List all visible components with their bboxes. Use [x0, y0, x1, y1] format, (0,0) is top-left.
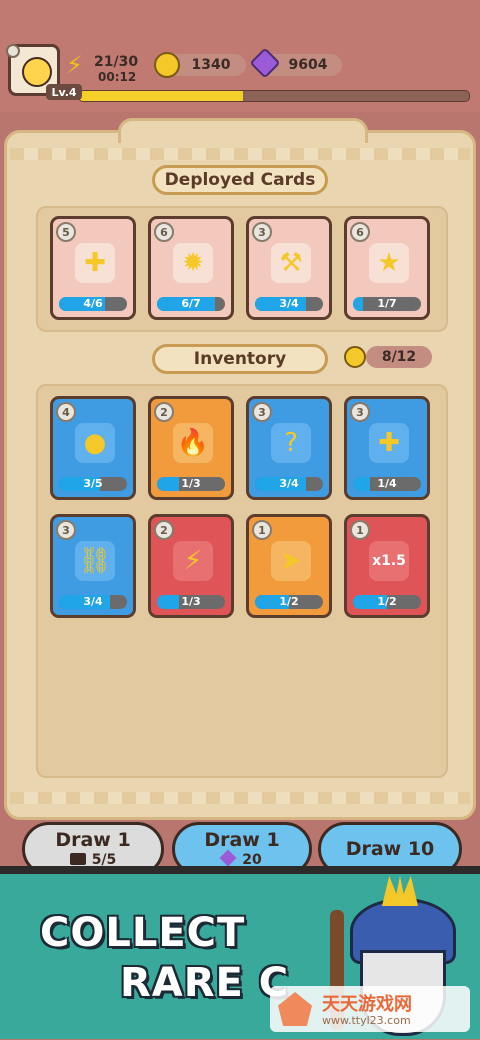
- heal-drop-icon: ✚: [369, 423, 409, 463]
- xp-bar-fill: [79, 91, 243, 101]
- shield-plus-icon: ✚: [75, 243, 115, 283]
- card-count: 1/2: [279, 595, 299, 608]
- energy-bolt-icon: ⚡: [66, 51, 83, 79]
- card-progress-bar: 3/4: [255, 477, 323, 491]
- gem-cost-icon: [219, 849, 237, 867]
- card-level-badge: 2: [154, 402, 174, 422]
- card[interactable]: 6 ★ 1/7: [344, 216, 430, 320]
- card[interactable]: 6 ✹ 6/7: [148, 216, 234, 320]
- card[interactable]: 3 ⛓ 3/4: [50, 514, 136, 618]
- card-level-badge: 5: [56, 222, 76, 242]
- promo-line-1: COLLECT: [40, 910, 246, 956]
- dash-hero-icon: ➤: [271, 541, 311, 581]
- card[interactable]: 3? 3/4: [246, 396, 332, 500]
- card-level-badge: 6: [154, 222, 174, 242]
- settings-gear-icon[interactable]: [6, 44, 20, 58]
- deployed-cards-title: Deployed Cards: [152, 165, 328, 195]
- card-count: 3/5: [83, 477, 103, 490]
- avatar-face-icon: [22, 57, 52, 87]
- card-count: 1/3: [181, 477, 201, 490]
- mystery-hero-icon: ?: [271, 423, 311, 463]
- card-level-badge: 3: [252, 222, 272, 242]
- card-progress-bar: 1/7: [353, 297, 421, 311]
- panel-bottom-pattern: [10, 792, 470, 804]
- card-progress-bar: 1/2: [353, 595, 421, 609]
- draw-10-label: Draw 10: [345, 838, 435, 860]
- player-level: Lv.4: [46, 84, 82, 100]
- speed-x15-icon: x1.5: [369, 541, 409, 581]
- hero-levelup-icon: ★: [369, 243, 409, 283]
- watermark-logo-icon: [278, 992, 312, 1026]
- card-count: 1/2: [377, 595, 397, 608]
- capacity-gear-icon: [344, 346, 366, 368]
- card-progress-bar: 3/4: [255, 297, 323, 311]
- card[interactable]: 1 x1.5 1/2: [344, 514, 430, 618]
- draw-1-free-label: Draw 1: [55, 829, 131, 851]
- card-level-badge: 1: [350, 520, 370, 540]
- card[interactable]: 3 ✚ 1/4: [344, 396, 430, 500]
- panel-top-pattern: [10, 148, 470, 160]
- gems-count: 9604: [288, 57, 328, 73]
- gear-leaf-icon: ✹: [173, 243, 213, 283]
- video-icon: [69, 853, 86, 865]
- card-count: 4/6: [83, 297, 103, 310]
- coins-count: 1340: [191, 57, 231, 73]
- card[interactable]: 5 ✚ 4/6: [50, 216, 136, 320]
- chain-lightning-icon: ⛓: [75, 541, 115, 581]
- energy-count: 21/30: [94, 54, 139, 70]
- energy-display[interactable]: ⚡ 21/30 00:12: [66, 52, 146, 86]
- card-count: 1/3: [181, 595, 201, 608]
- energy-timer: 00:12: [98, 70, 137, 84]
- card-progress-bar: 1/3: [157, 477, 225, 491]
- card-level-badge: 3: [350, 402, 370, 422]
- card-progress-bar: 1/2: [255, 595, 323, 609]
- card-progress-bar: 6/7: [157, 297, 225, 311]
- card-progress-bar: 3/4: [59, 595, 127, 609]
- hammer-upgrade-icon: ⚒: [271, 243, 311, 283]
- card-progress-bar: 1/3: [157, 595, 225, 609]
- fire-hero-icon: 🔥: [173, 423, 213, 463]
- panel-top-tab: [118, 118, 368, 143]
- card-count: 1/7: [377, 297, 397, 310]
- coin-bag-icon: ●: [75, 423, 115, 463]
- card[interactable]: 1 ➤ 1/2: [246, 514, 332, 618]
- card-level-badge: 3: [56, 520, 76, 540]
- card-progress-bar: 1/4: [353, 477, 421, 491]
- watermark-cn: 天天游戏网: [322, 994, 412, 1015]
- card[interactable]: 2 ⚡ 1/3: [148, 514, 234, 618]
- card-progress-bar: 4/6: [59, 297, 127, 311]
- card-count: 3/4: [279, 297, 299, 310]
- card-count: 3/4: [83, 595, 103, 608]
- card[interactable]: 2 🔥 1/3: [148, 396, 234, 500]
- card-level-badge: 1: [252, 520, 272, 540]
- draw-1-gem-label: Draw 1: [204, 829, 280, 851]
- card-count: 1/4: [377, 477, 397, 490]
- card-count: 3/4: [279, 477, 299, 490]
- coin-icon: [154, 52, 180, 78]
- card[interactable]: 3 ⚒ 3/4: [246, 216, 332, 320]
- capacity-count: 8/12: [366, 346, 432, 368]
- watermark: 天天游戏网 www.ttyl23.com: [270, 986, 470, 1032]
- card-level-badge: 6: [350, 222, 370, 242]
- xp-bar: [78, 90, 470, 102]
- card-level-badge: 3: [252, 402, 272, 422]
- inventory-capacity: 8/12: [344, 346, 440, 370]
- card-progress-bar: 3/5: [59, 477, 127, 491]
- card-level-badge: 2: [154, 520, 174, 540]
- card-level-badge: 4: [56, 402, 76, 422]
- card-count: 6/7: [181, 297, 201, 310]
- watermark-url: www.ttyl23.com: [322, 1014, 411, 1027]
- lightning-icon: ⚡: [173, 541, 213, 581]
- card[interactable]: 4 ● 3/5: [50, 396, 136, 500]
- inventory-title: Inventory: [152, 344, 328, 374]
- promo-line-2: RARE C: [120, 960, 290, 1006]
